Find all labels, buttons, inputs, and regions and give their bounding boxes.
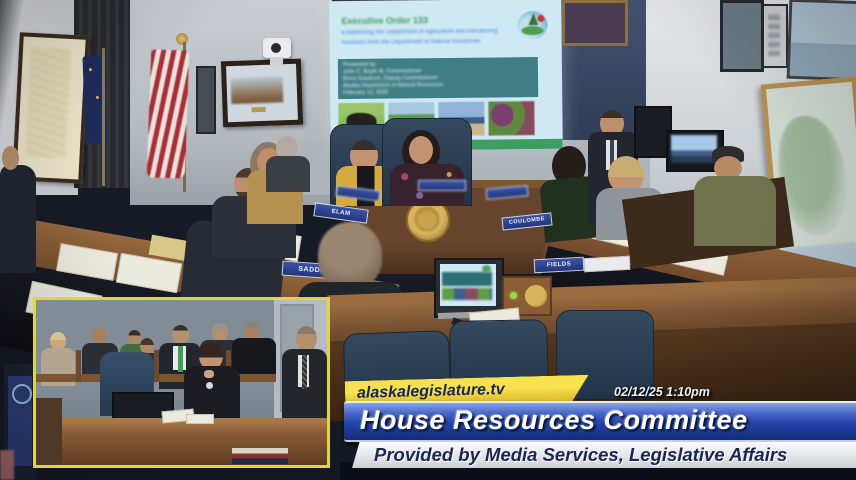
pip-audience-head bbox=[212, 323, 228, 341]
framed-photo-topright-2 bbox=[762, 4, 788, 68]
agriculture-logo-icon bbox=[517, 10, 548, 40]
logo-sun-icon bbox=[537, 14, 545, 23]
laptop-screen-slide bbox=[440, 264, 496, 306]
laptop-slide-band bbox=[442, 272, 492, 286]
pip-speaker-collar bbox=[204, 370, 214, 378]
pip-audience-head bbox=[92, 327, 107, 344]
seal-inner-detail bbox=[415, 207, 439, 231]
nameplate-fields: FIELDS bbox=[533, 256, 585, 274]
presenter-back-of-head bbox=[318, 222, 382, 288]
cap-man-body bbox=[694, 176, 776, 246]
lower-third-banner: alaskalegislature.tv 02/12/25 1:10pm Hou… bbox=[340, 374, 856, 480]
picture-plaque bbox=[251, 106, 266, 113]
laptop-slide-logo bbox=[482, 265, 491, 273]
person-far-left-head bbox=[2, 146, 19, 170]
pip-audience-head bbox=[128, 330, 141, 345]
pip-bench-post bbox=[76, 350, 81, 382]
us-flag-eagle-topper bbox=[176, 33, 188, 45]
ptz-camera bbox=[263, 38, 291, 58]
banner-channel-label: alaskalegislature.tv bbox=[356, 381, 505, 402]
logo-field-icon bbox=[521, 25, 544, 36]
camera-lens-icon bbox=[271, 43, 281, 53]
staffer-behind-body bbox=[266, 156, 310, 192]
banner-timestamp: 02/12/25 1:10pm bbox=[614, 385, 710, 399]
white-card bbox=[583, 255, 631, 273]
timer-green-light bbox=[510, 292, 517, 299]
lectern-logo-icon bbox=[12, 384, 32, 404]
banner-subtitle-bar: Provided by Media Services, Legislative … bbox=[352, 442, 856, 468]
pip-bench-post bbox=[154, 350, 159, 382]
laptop-slide-photos bbox=[442, 288, 492, 300]
framed-photo-topright-3 bbox=[786, 0, 856, 82]
slide-title: Executive Order 133 bbox=[341, 15, 429, 27]
pip-right-man-body bbox=[282, 349, 327, 423]
framed-photo-topright-1 bbox=[720, 0, 764, 72]
framed-dark-picture bbox=[562, 0, 628, 46]
alaska-flag-star bbox=[88, 68, 92, 72]
banner-title-text: House Resources Committee bbox=[360, 405, 748, 435]
framed-harbor-picture bbox=[220, 58, 304, 128]
foreground-pink-blob bbox=[0, 450, 14, 480]
pip-desk-papers bbox=[186, 414, 214, 424]
ptz-camera-mount bbox=[270, 57, 283, 67]
print-detail bbox=[768, 12, 780, 56]
pip-right-man-tie bbox=[302, 355, 307, 389]
pip-greentie-man-head bbox=[172, 325, 189, 344]
harbor-picture-detail bbox=[230, 76, 284, 105]
slide-subtitle-2: functions from the Department of Natural… bbox=[341, 38, 481, 47]
timer-clock-icon bbox=[524, 284, 548, 308]
pip-green-tie bbox=[178, 346, 183, 372]
alaska-flag-pole bbox=[102, 48, 105, 186]
person-far-left bbox=[0, 165, 36, 273]
us-flag bbox=[146, 49, 190, 179]
slide-photo-produce bbox=[488, 101, 535, 136]
pip-inset-video bbox=[33, 297, 330, 468]
slide-presenter-line: February 12, 2025 bbox=[343, 89, 389, 97]
pip-left-rail bbox=[36, 398, 62, 465]
pip-speaker-brooch bbox=[206, 382, 213, 389]
slide-presenter-band: Presented by: John C. Boyle III, Commiss… bbox=[337, 57, 539, 100]
alaska-flag-star bbox=[95, 95, 99, 99]
slide-subtitle-1: Establishing the Department of Agricultu… bbox=[341, 28, 498, 37]
framed-map-left bbox=[12, 32, 90, 184]
monitor-blue-screen bbox=[671, 135, 717, 163]
nameplate-blank bbox=[418, 180, 466, 191]
pip-books-stack bbox=[232, 448, 288, 464]
map-left-detail bbox=[25, 46, 72, 159]
cochair-2-head bbox=[409, 136, 433, 164]
broadcast-frame: Executive Order 133 Establishing the Dep… bbox=[0, 0, 856, 480]
small-dark-frame bbox=[196, 66, 216, 134]
pip-audience-head bbox=[244, 321, 260, 339]
banner-title-bar: House Resources Committee bbox=[344, 401, 856, 442]
banner-subtitle-text: Provided by Media Services, Legislative … bbox=[374, 444, 788, 465]
pip-right-man-head bbox=[296, 326, 317, 351]
